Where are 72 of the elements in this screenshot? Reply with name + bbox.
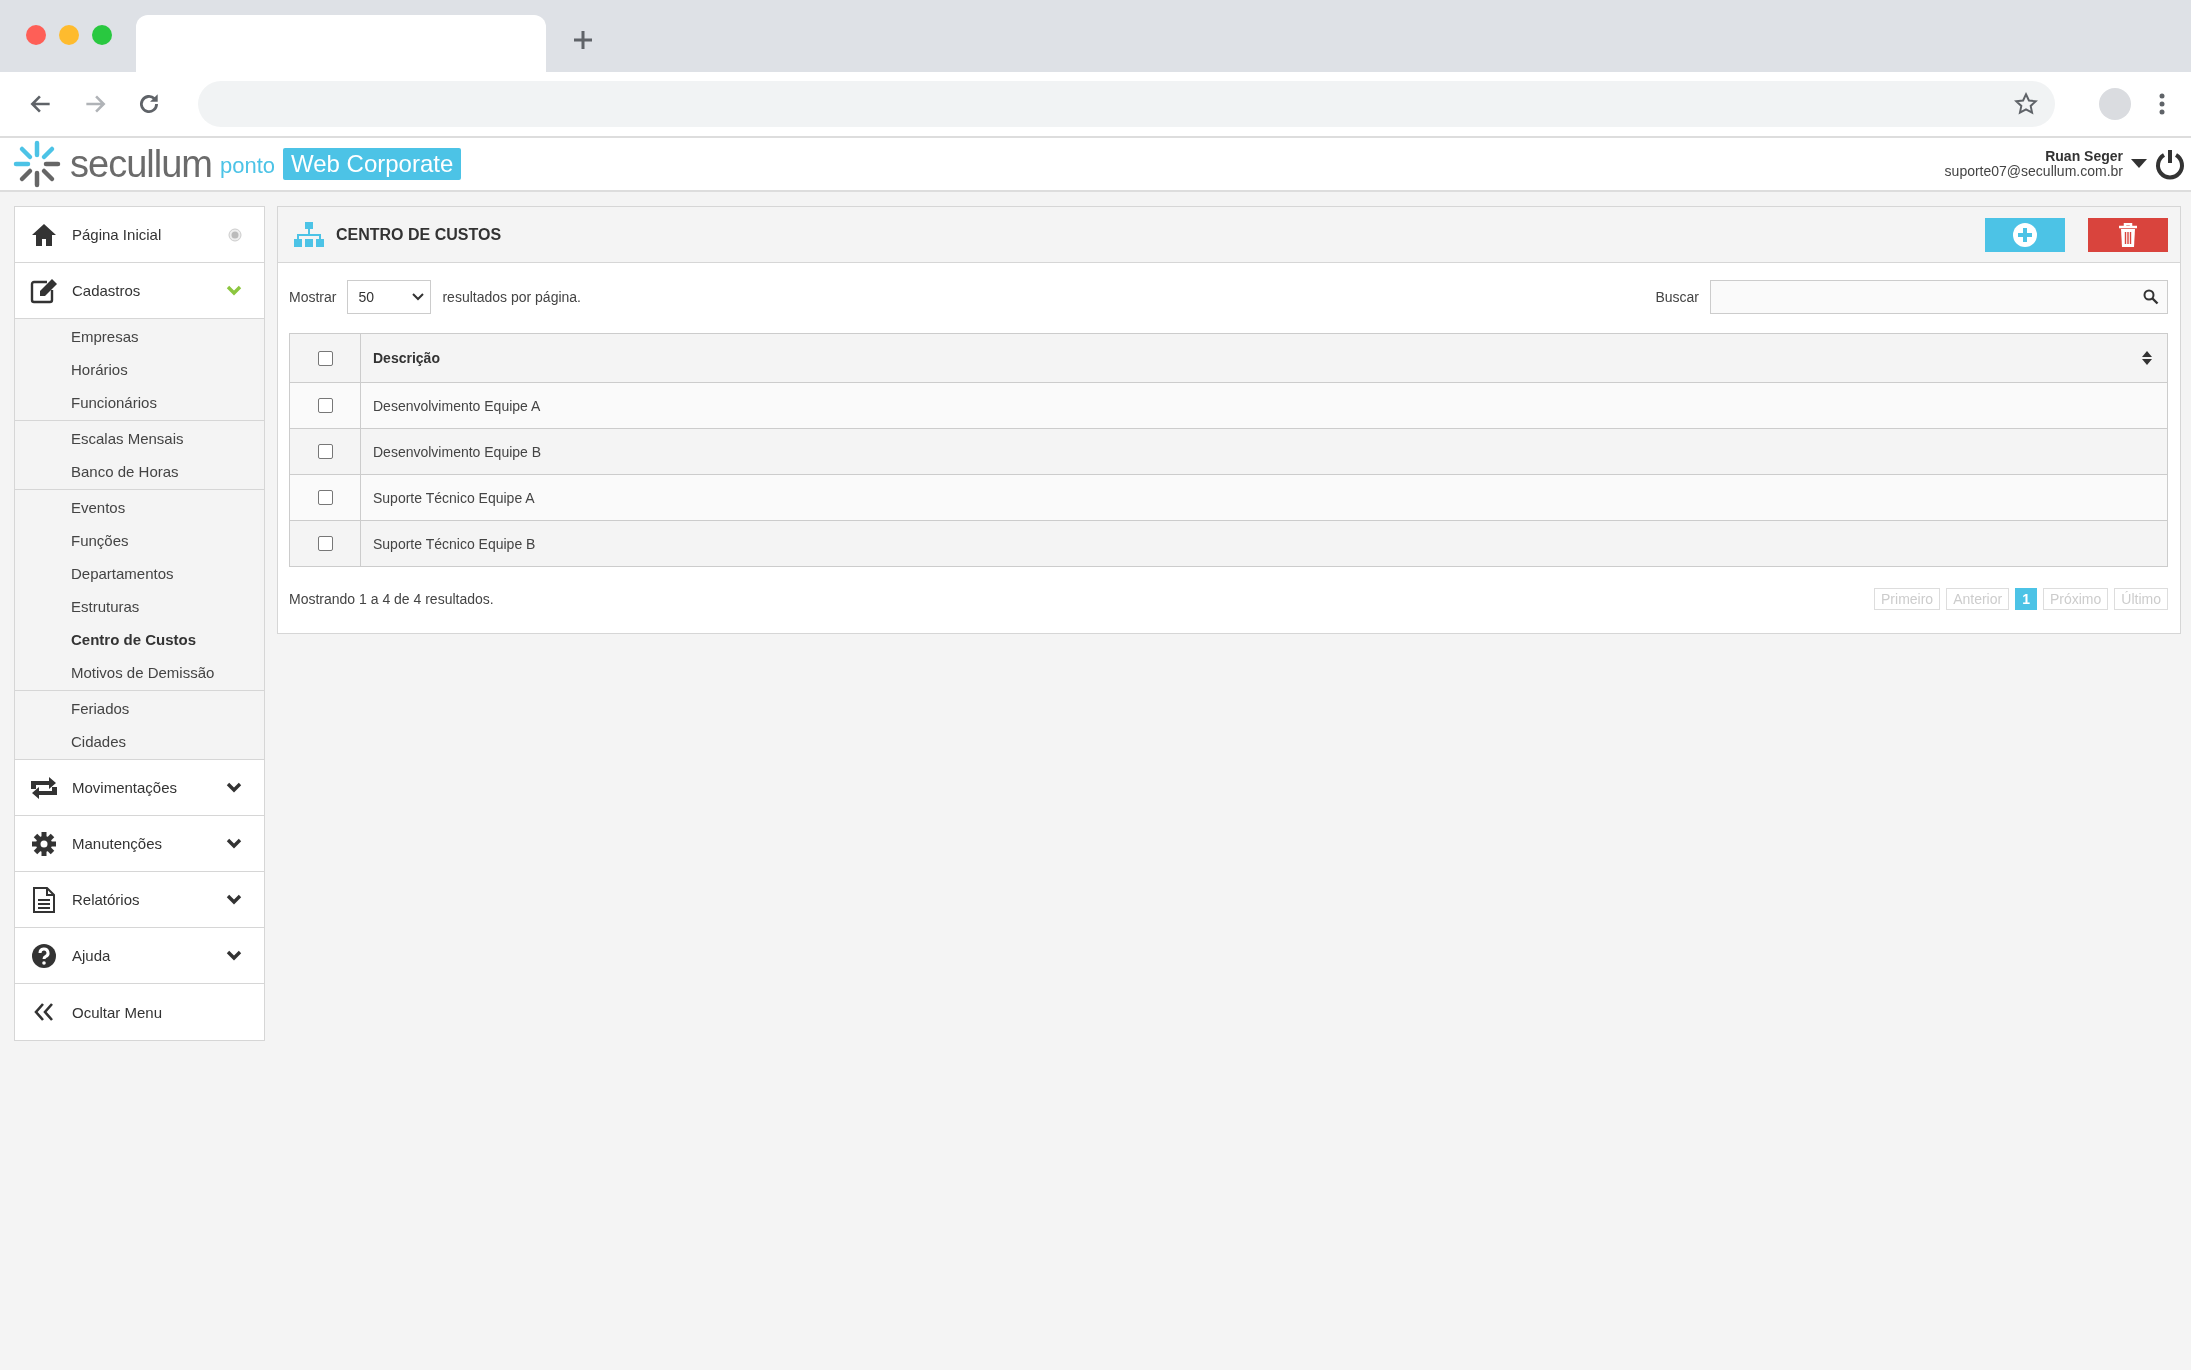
search-icon <box>2143 289 2159 305</box>
submenu-item[interactable]: Cidades <box>15 725 264 758</box>
select-all-checkbox[interactable] <box>317 350 333 366</box>
table-cell: Suporte Técnico Equipe B <box>373 535 536 552</box>
row-checkbox[interactable] <box>317 490 333 505</box>
delete-button[interactable] <box>2088 217 2168 252</box>
chevron-down-icon <box>226 782 242 793</box>
sidebar-item-label: Ocultar Menu <box>72 1003 164 1021</box>
submenu-item[interactable]: Centro de Custos <box>15 623 264 656</box>
user-name[interactable]: Ruan Seger <box>2045 149 2123 164</box>
submenu-item[interactable]: Empresas <box>15 320 264 353</box>
submenu-item[interactable]: Departamentos <box>15 557 264 590</box>
search-label: Buscar <box>1655 289 1699 305</box>
row-checkbox[interactable] <box>317 398 333 413</box>
edit-icon <box>29 277 59 304</box>
brand-name: secullum <box>70 142 212 186</box>
search-field[interactable] <box>1710 280 2168 314</box>
show-label: Mostrar <box>289 289 337 305</box>
sidebar-item-label: Página Inicial <box>72 226 163 243</box>
row-checkbox[interactable] <box>317 444 333 459</box>
trash-icon <box>2118 222 2138 247</box>
submenu-item[interactable]: Feriados <box>15 692 264 725</box>
user-email: suporte07@secullum.com.br <box>1944 164 2123 179</box>
table-cell: Suporte Técnico Equipe A <box>373 489 535 506</box>
page-size-select[interactable]: 50 <box>347 280 432 314</box>
submenu-item[interactable]: Funcionários <box>15 386 264 419</box>
chevron-down-icon <box>412 293 425 301</box>
edition-badge: Web Corporate <box>283 148 462 180</box>
submenu-item[interactable]: Escalas Mensais <box>15 422 264 455</box>
chevron-down-icon <box>226 894 242 905</box>
starburst-logo-icon <box>12 139 62 189</box>
sidebar-item[interactable]: Movimentações <box>15 760 264 816</box>
radio-dot-icon <box>228 227 242 242</box>
help-icon <box>29 942 59 969</box>
table-cell: Desenvolvimento Equipe B <box>373 443 542 460</box>
submenu-item[interactable]: Estruturas <box>15 590 264 623</box>
gear-icon <box>29 830 59 857</box>
sidebar-item-label: Movimentações <box>72 779 179 796</box>
sidebar-item[interactable]: Ocultar Menu <box>15 984 264 1040</box>
dropdown-caret-icon[interactable] <box>2131 159 2147 169</box>
sort-icon[interactable] <box>2141 350 2153 366</box>
close-window-button[interactable] <box>26 25 46 45</box>
plus-circle-icon <box>2013 222 2037 247</box>
more-menu-icon[interactable] <box>2159 93 2165 115</box>
chevron-down-icon <box>226 950 242 961</box>
submenu-item[interactable]: Eventos <box>15 491 264 524</box>
star-icon[interactable] <box>2013 91 2039 117</box>
results-info: Mostrando 1 a 4 de 4 resultados. <box>289 591 494 607</box>
sidebar-item-label: Manutenções <box>72 835 164 852</box>
chevron-down-icon <box>226 285 242 296</box>
column-header[interactable]: Descrição <box>373 350 440 366</box>
repeat-arrows-icon <box>29 775 59 800</box>
sidebar-item[interactable]: Página Inicial <box>15 207 264 263</box>
submenu-item[interactable]: Motivos de Demissão <box>15 656 264 689</box>
submenu-item[interactable]: Horários <box>15 353 264 386</box>
power-icon[interactable] <box>2155 148 2185 180</box>
hierarchy-icon <box>294 221 324 248</box>
new-tab-plus-icon[interactable] <box>572 29 594 51</box>
row-checkbox[interactable] <box>317 536 333 551</box>
table-cell: Desenvolvimento Equipe A <box>373 397 541 414</box>
per-page-label: resultados por página. <box>442 289 581 305</box>
page-title: CENTRO DE CUSTOS <box>336 225 502 244</box>
chevron-down-icon <box>226 838 242 849</box>
sidebar-item[interactable]: Manutenções <box>15 816 264 872</box>
sidebar-item[interactable]: Relatórios <box>15 872 264 928</box>
sidebar-item-label: Relatórios <box>72 891 141 908</box>
product-name: ponto <box>219 153 275 179</box>
submenu-item[interactable]: Funções <box>15 524 264 557</box>
sidebar-item-label: Cadastros <box>72 282 142 299</box>
sidebar-item[interactable]: Ajuda <box>15 928 264 984</box>
submenu-item[interactable]: Banco de Horas <box>15 455 264 488</box>
sidebar-item-label: Ajuda <box>72 947 112 964</box>
